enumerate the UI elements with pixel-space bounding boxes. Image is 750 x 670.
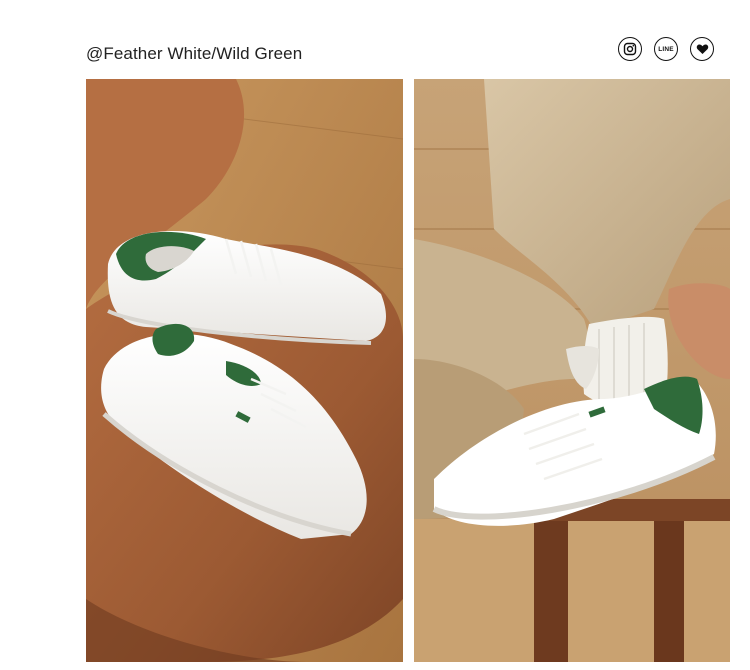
heart-icon bbox=[696, 44, 708, 54]
instagram-button[interactable] bbox=[618, 37, 642, 61]
line-button[interactable]: LINE bbox=[654, 37, 678, 61]
product-photo-right bbox=[414, 79, 730, 662]
favorite-button[interactable] bbox=[690, 37, 714, 61]
page-title: @Feather White/Wild Green bbox=[86, 44, 303, 63]
line-icon: LINE bbox=[658, 45, 674, 53]
social-share-bar: LINE bbox=[618, 37, 714, 61]
sneakers-on-chair-image bbox=[86, 79, 403, 662]
product-photo-left bbox=[86, 79, 403, 662]
sneaker-on-foot-image bbox=[414, 79, 730, 662]
instagram-icon bbox=[623, 42, 637, 56]
